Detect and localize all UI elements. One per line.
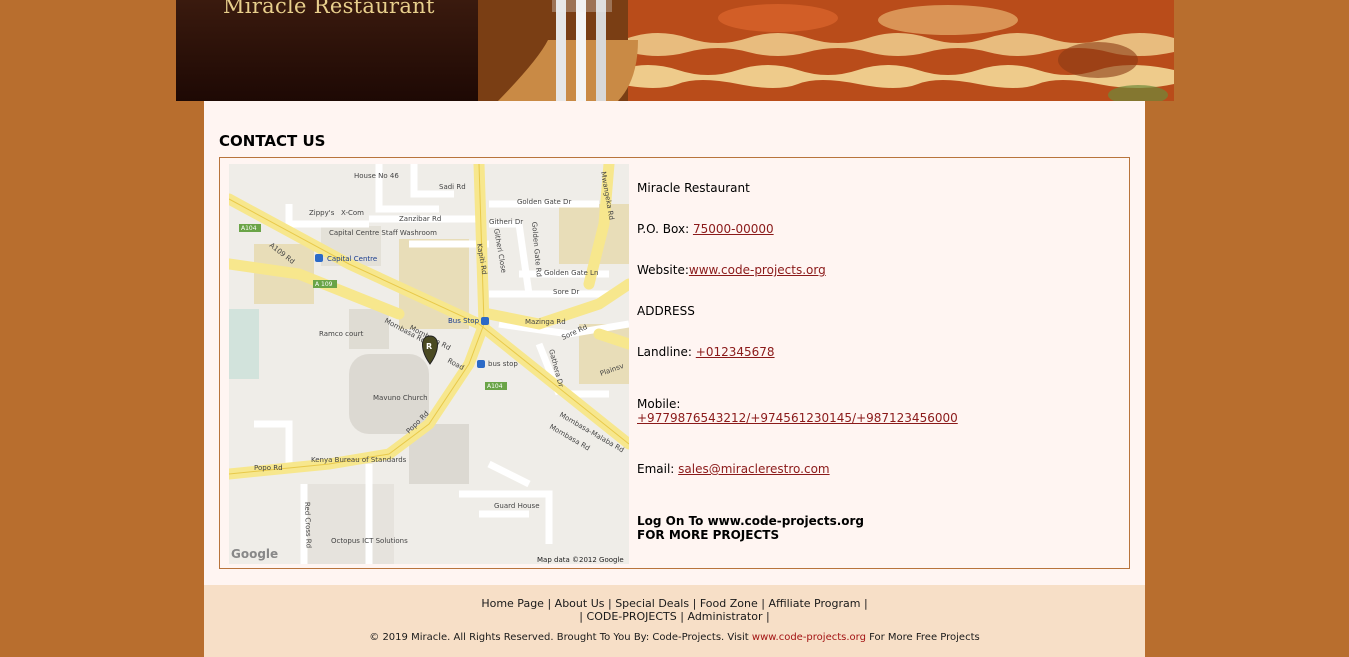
copyright-prefix: © 2019 Miracle. All Rights Reserved. Bro… — [369, 632, 752, 643]
footer-link-home[interactable]: Home Page — [481, 597, 544, 610]
header-banner: Miracle Restaurant — [176, 0, 1174, 101]
footer-separator: | — [765, 610, 770, 623]
bus-stop-icon — [481, 317, 489, 325]
footer-separator: | — [607, 597, 612, 610]
promo-line-1: Log On To www.code-projects.org — [637, 514, 865, 528]
footer: Home Page | About Us | Special Deals | F… — [204, 585, 1145, 657]
copyright: © 2019 Miracle. All Rights Reserved. Bro… — [204, 632, 1145, 643]
website-link[interactable]: www.code-projects.org — [689, 263, 826, 277]
map-label: Sadi Rd — [439, 183, 466, 191]
footer-link-about[interactable]: About Us — [555, 597, 605, 610]
map-label: Bus Stop — [448, 317, 480, 325]
contact-box: House No 46 Sadi Rd Golden Gate Dr Mwang… — [219, 157, 1130, 569]
map-label: Mazinga Rd — [525, 318, 566, 326]
copyright-link[interactable]: www.code-projects.org — [752, 632, 866, 643]
map-road-shield: A104 — [487, 383, 503, 390]
map-label: Kenya Bureau of Standards — [311, 456, 407, 464]
google-logo: Google — [231, 547, 278, 561]
map-marker-label: R — [426, 342, 432, 351]
map-label: House No 46 — [354, 172, 399, 180]
footer-separator: | — [579, 610, 584, 623]
map-label: Golden Gate Dr — [517, 198, 571, 206]
map-label: Golden Gate Ln — [544, 269, 598, 277]
footer-nav-row-2: | CODE-PROJECTS | Administrator | — [204, 610, 1145, 623]
banner-food-illustration — [478, 0, 1174, 101]
footer-separator: | — [680, 610, 684, 623]
map-road-shield: A 109 — [315, 281, 333, 288]
map-label: Capital Centre — [327, 255, 377, 263]
website-row: Website:www.code-projects.org — [637, 263, 826, 277]
po-box-label: P.O. Box: — [637, 222, 693, 236]
map-label: Octopus ICT Solutions — [331, 537, 408, 545]
email-link[interactable]: sales@miraclerestro.com — [678, 462, 829, 476]
map-label: bus stop — [488, 360, 518, 368]
landline-row: Landline: +012345678 — [637, 345, 775, 359]
email-row: Email: sales@miraclerestro.com — [637, 462, 830, 476]
po-box-row: P.O. Box: 75000-00000 — [637, 222, 774, 236]
footer-link-administrator[interactable]: Administrator — [687, 610, 762, 623]
footer-separator: | — [761, 597, 765, 610]
map-label: Githeri Dr — [489, 218, 523, 226]
banner-food-image — [478, 0, 1174, 101]
bus-stop-icon — [477, 360, 485, 368]
restaurant-name: Miracle Restaurant — [637, 181, 750, 195]
email-label: Email: — [637, 462, 679, 476]
site-title: Miracle Restaurant — [223, 0, 435, 18]
bus-stop-icon — [315, 254, 323, 262]
main-content: CONTACT US House No 46 Sadi Rd Golden Ga… — [204, 101, 1145, 585]
map-label: Zippy's — [309, 209, 335, 217]
page-title: CONTACT US — [219, 132, 326, 150]
copyright-suffix: For More Free Projects — [865, 632, 980, 643]
footer-separator: | — [547, 597, 552, 610]
map-label: Popo Rd — [254, 464, 283, 472]
footer-separator: | — [692, 597, 697, 610]
address-label: ADDRESS — [637, 304, 695, 318]
footer-link-affiliate[interactable]: Affiliate Program — [768, 597, 860, 610]
map-label: Sore Dr — [553, 288, 579, 296]
map-attribution: Map data ©2012 Google — [537, 556, 624, 564]
mobile-row: +9779876543212/+974561230145/+9871234560… — [637, 411, 958, 425]
footer-nav-row-1: Home Page | About Us | Special Deals | F… — [204, 597, 1145, 610]
map-road-shield: A104 — [241, 225, 257, 232]
map-label: Zanzibar Rd — [399, 215, 441, 223]
footer-link-food-zone[interactable]: Food Zone — [700, 597, 758, 610]
location-map[interactable]: House No 46 Sadi Rd Golden Gate Dr Mwang… — [229, 164, 629, 564]
mobile-label: Mobile: — [637, 397, 681, 411]
landline-link[interactable]: +012345678 — [696, 345, 775, 359]
banner-title-panel: Miracle Restaurant — [176, 0, 478, 101]
promo-line-2: FOR MORE PROJECTS — [637, 528, 780, 542]
po-box-link[interactable]: 75000-00000 — [693, 222, 774, 236]
footer-link-special-deals[interactable]: Special Deals — [615, 597, 689, 610]
map-label: X-Com — [341, 209, 364, 217]
website-label: Website: — [637, 263, 689, 277]
map-label: Capital Centre Staff Washroom — [329, 229, 437, 237]
map-label: Ramco court — [319, 330, 364, 338]
landline-label: Landline: — [637, 345, 696, 359]
map-label: Mavuno Church — [373, 394, 428, 402]
footer-separator: | — [863, 597, 868, 610]
map-label: Guard House — [494, 502, 540, 510]
footer-link-code-projects[interactable]: CODE-PROJECTS — [587, 610, 677, 623]
map-label: Red Cross Rd — [303, 502, 313, 549]
mobile-link[interactable]: +9779876543212/+974561230145/+9871234560… — [637, 411, 958, 425]
